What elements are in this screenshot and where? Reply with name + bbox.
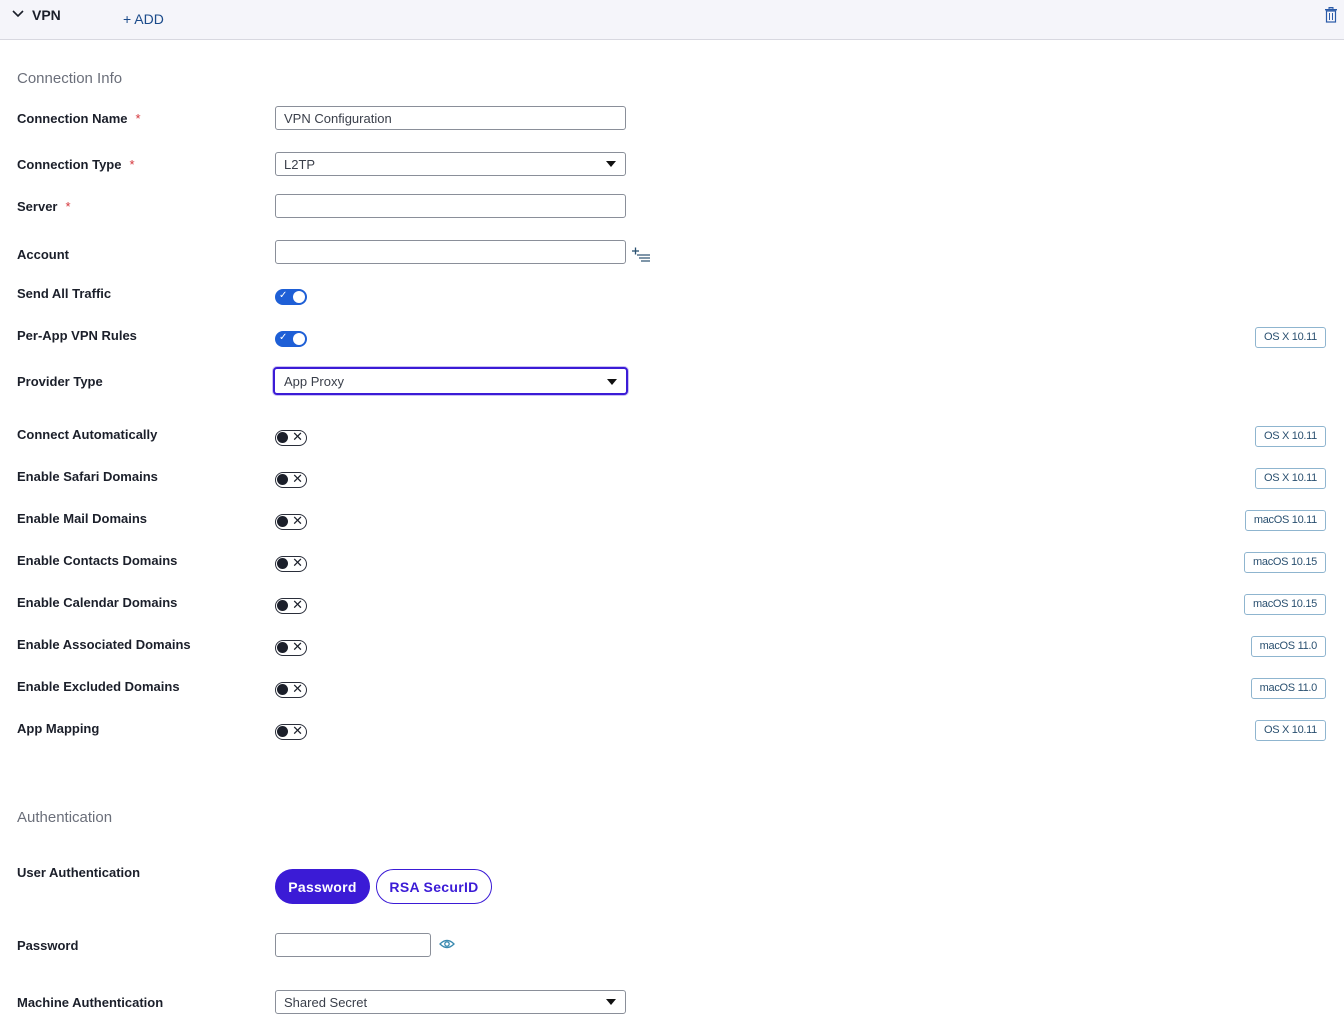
rsa-securid-button[interactable]: RSA SecurID xyxy=(376,869,492,904)
connection-type-value: L2TP xyxy=(284,157,316,172)
enable-contacts-domains-label: Enable Contacts Domains xyxy=(17,553,178,568)
x-icon: ✕ xyxy=(292,555,303,570)
enable-safari-domains-label: Enable Safari Domains xyxy=(17,469,158,484)
account-input[interactable] xyxy=(275,240,626,264)
password-input[interactable] xyxy=(275,933,431,957)
required-asterisk: * xyxy=(129,157,135,172)
x-icon: ✕ xyxy=(292,681,303,696)
trash-icon[interactable] xyxy=(1324,7,1338,23)
connection-type-label: Connection Type * xyxy=(17,157,135,172)
account-label: Account xyxy=(17,247,69,262)
authentication-heading: Authentication xyxy=(17,809,113,826)
enable-calendar-domains-toggle[interactable]: ✕ xyxy=(275,597,307,614)
add-list-icon[interactable] xyxy=(631,246,651,262)
section-header: VPN + ADD xyxy=(0,0,1344,40)
app-mapping-label: App Mapping xyxy=(17,721,100,736)
per-app-vpn-rules-label: Per-App VPN Rules xyxy=(17,328,137,343)
x-icon: ✕ xyxy=(292,471,303,486)
enable-contacts-domains-toggle[interactable]: ✕ xyxy=(275,555,307,572)
os-version-badge: macOS 10.11 xyxy=(1244,510,1326,531)
connection-type-select[interactable]: L2TP xyxy=(275,152,626,176)
caret-down-icon xyxy=(606,161,616,167)
x-icon: ✕ xyxy=(292,513,303,528)
server-input[interactable] xyxy=(275,194,626,218)
enable-associated-domains-toggle[interactable]: ✕ xyxy=(275,639,307,656)
connection-info-heading: Connection Info xyxy=(17,70,123,87)
password-label: Password xyxy=(17,938,79,953)
password-auth-button[interactable]: Password xyxy=(275,869,370,904)
enable-excluded-domains-label: Enable Excluded Domains xyxy=(17,679,180,694)
provider-type-select[interactable]: App Proxy xyxy=(273,367,628,395)
os-version-badge: OS X 10.11 xyxy=(1254,468,1326,489)
connect-automatically-label: Connect Automatically xyxy=(17,427,158,442)
connect-automatically-toggle[interactable]: ✕ xyxy=(275,429,307,446)
eye-icon[interactable] xyxy=(439,938,455,950)
caret-down-icon xyxy=(606,999,616,1005)
enable-mail-domains-label: Enable Mail Domains xyxy=(17,511,148,526)
per-app-vpn-rules-toggle[interactable]: ✓ xyxy=(275,331,307,347)
os-version-badge: OS X 10.11 xyxy=(1254,426,1326,447)
provider-type-value: App Proxy xyxy=(284,374,344,389)
required-asterisk: * xyxy=(65,199,71,214)
machine-authentication-label: Machine Authentication xyxy=(17,995,164,1010)
enable-excluded-domains-toggle[interactable]: ✕ xyxy=(275,681,307,698)
send-all-traffic-toggle[interactable]: ✓ xyxy=(275,289,307,305)
section-title: VPN xyxy=(32,7,61,23)
os-version-badge: macOS 10.15 xyxy=(1244,552,1326,573)
os-version-badge: macOS 11.0 xyxy=(1250,636,1326,657)
os-version-badge: macOS 10.15 xyxy=(1244,594,1326,615)
machine-authentication-select[interactable]: Shared Secret xyxy=(275,990,626,1014)
os-version-badge: OS X 10.11 xyxy=(1254,720,1326,741)
x-icon: ✕ xyxy=(292,639,303,654)
chevron-down-icon[interactable] xyxy=(12,8,24,20)
caret-down-icon xyxy=(607,379,617,385)
app-mapping-toggle[interactable]: ✕ xyxy=(275,723,307,740)
os-version-badge: OS X 10.11 xyxy=(1254,327,1326,348)
x-icon: ✕ xyxy=(292,597,303,612)
enable-safari-domains-toggle[interactable]: ✕ xyxy=(275,471,307,488)
required-asterisk: * xyxy=(135,111,141,126)
x-icon: ✕ xyxy=(292,429,303,444)
machine-authentication-value: Shared Secret xyxy=(284,995,368,1010)
connection-name-input[interactable] xyxy=(275,106,626,130)
check-icon: ✓ xyxy=(279,332,288,343)
connection-name-label: Connection Name * xyxy=(17,111,141,126)
send-all-traffic-label: Send All Traffic xyxy=(17,286,112,301)
add-button[interactable]: + ADD xyxy=(123,11,164,27)
os-version-badge: macOS 11.0 xyxy=(1250,678,1326,699)
enable-calendar-domains-label: Enable Calendar Domains xyxy=(17,595,178,610)
enable-associated-domains-label: Enable Associated Domains xyxy=(17,637,191,652)
check-icon: ✓ xyxy=(279,290,288,301)
provider-type-label: Provider Type xyxy=(17,374,103,389)
user-authentication-label: User Authentication xyxy=(17,865,141,880)
enable-mail-domains-toggle[interactable]: ✕ xyxy=(275,513,307,530)
server-label: Server * xyxy=(17,199,71,214)
x-icon: ✕ xyxy=(292,723,303,738)
